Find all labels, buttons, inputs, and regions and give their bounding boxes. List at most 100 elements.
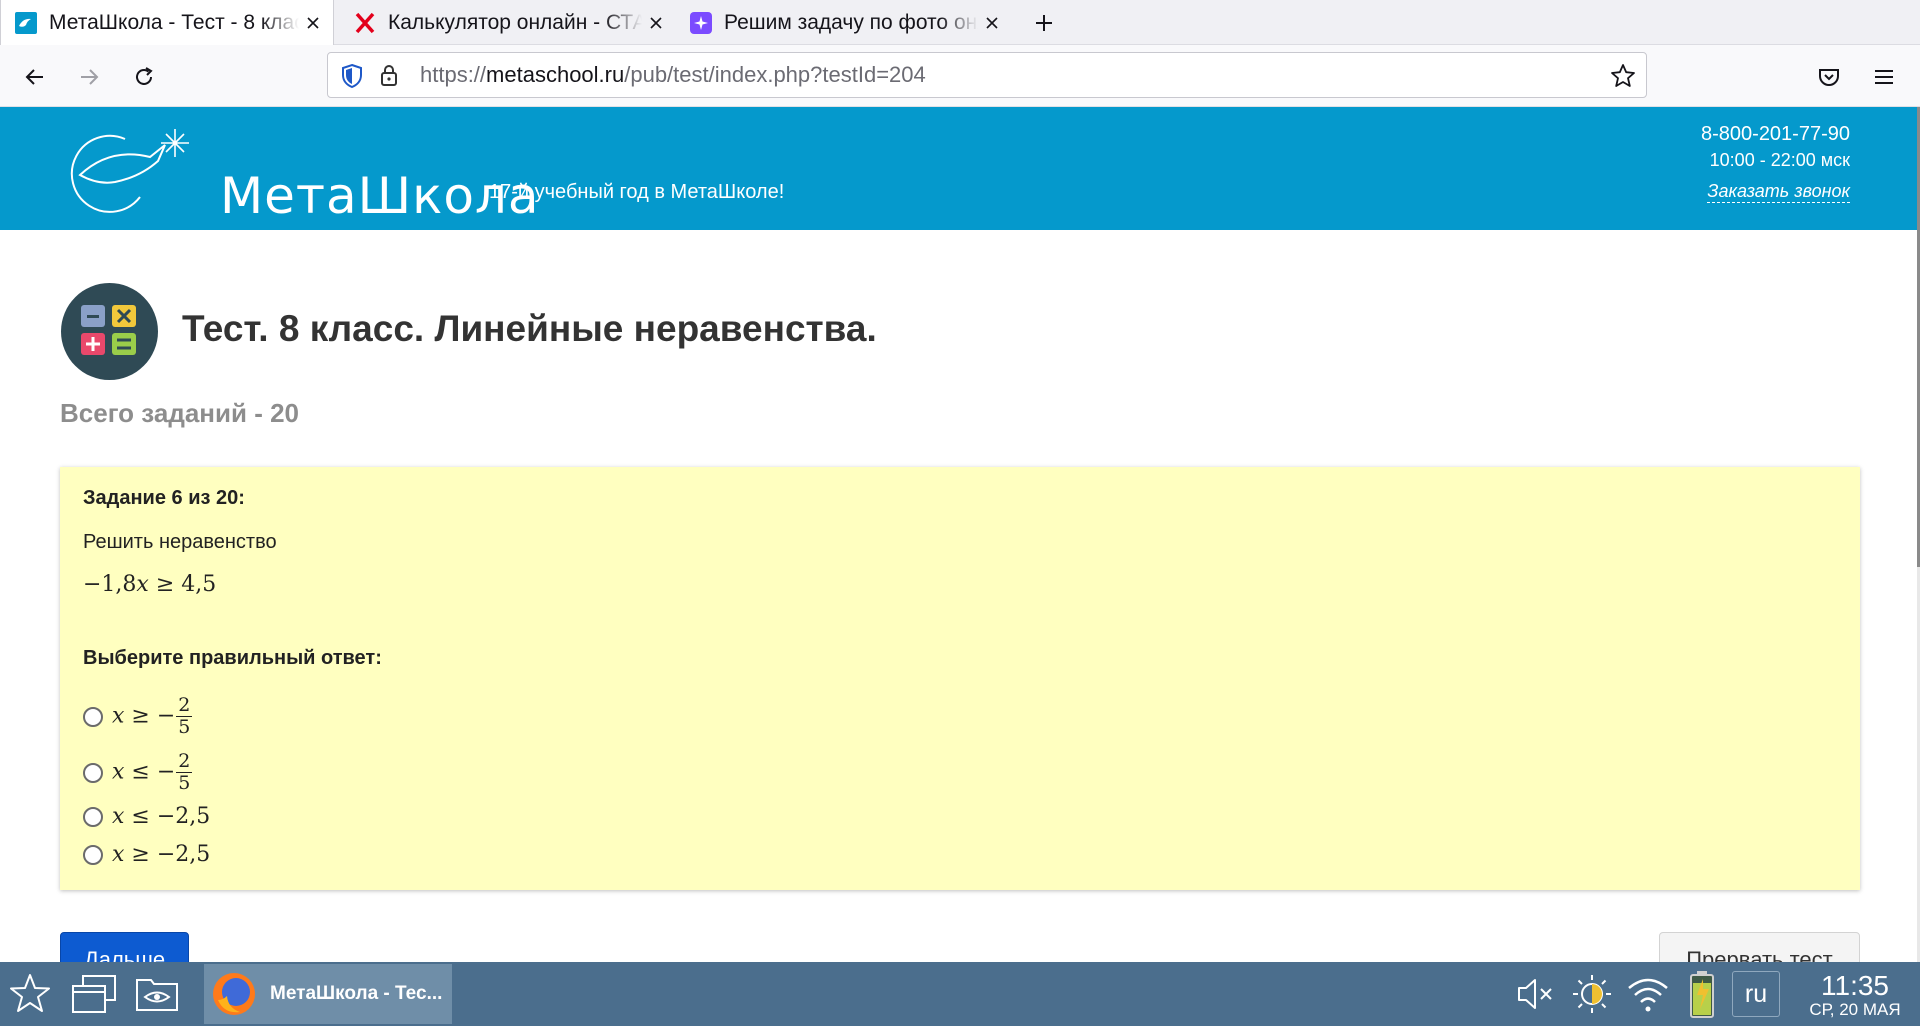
tab-label: Решим задачу по фото онлайн bbox=[724, 10, 978, 34]
option-formula: x ≤ −2 5 bbox=[112, 750, 193, 794]
option-variable: x bbox=[112, 703, 125, 729]
taskbar-firefox-window[interactable]: МетаШкола - Тес... bbox=[204, 964, 452, 1024]
option-formula: x ≥ −2 5 bbox=[112, 694, 193, 738]
option-operator: ≤ bbox=[131, 759, 150, 785]
metaschool-favicon-icon bbox=[15, 12, 37, 34]
request-callback-link[interactable]: Заказать звонок bbox=[1707, 181, 1850, 203]
arrow-right-icon bbox=[81, 69, 99, 85]
option-variable: x bbox=[112, 842, 125, 867]
fraction-numerator: 2 bbox=[176, 694, 193, 717]
close-icon[interactable] bbox=[646, 13, 666, 33]
start-menu-button[interactable] bbox=[6, 962, 54, 1026]
bookmark-star-icon[interactable] bbox=[1610, 63, 1636, 94]
reload-button[interactable] bbox=[128, 61, 160, 93]
volume-muted-icon[interactable] bbox=[1510, 962, 1560, 1026]
working-hours: 10:00 - 22:00 мск bbox=[1709, 150, 1850, 170]
url-prefix: https:// bbox=[420, 62, 487, 87]
fraction-denominator: 5 bbox=[178, 772, 191, 794]
answer-option-4[interactable]: x ≥ −2,5 bbox=[83, 842, 210, 867]
tab-label: МетаШкола - Тест - 8 класс bbox=[49, 11, 299, 34]
answer-option-1[interactable]: x ≥ −2 5 bbox=[83, 694, 193, 738]
pocket-icon bbox=[1819, 69, 1839, 86]
folder-eye-icon bbox=[136, 979, 178, 1011]
window-switcher-button[interactable] bbox=[68, 962, 120, 1026]
option-operator: ≥ bbox=[131, 842, 150, 867]
fraction: 25 bbox=[176, 694, 193, 738]
phone-number[interactable]: 8-800-201-77-90 bbox=[1701, 123, 1850, 146]
keyboard-layout-indicator[interactable]: ru bbox=[1732, 971, 1780, 1017]
new-tab-button[interactable] bbox=[1028, 0, 1060, 45]
answer-option-2[interactable]: x ≤ −2 5 bbox=[83, 750, 193, 794]
option-operator: ≤ bbox=[131, 804, 150, 829]
firefox-icon bbox=[210, 970, 258, 1018]
brightness-icon[interactable] bbox=[1567, 962, 1617, 1026]
windows-icon bbox=[72, 975, 116, 1013]
desktop-button[interactable] bbox=[132, 962, 182, 1026]
answer-option-3[interactable]: x ≤ −2,5 bbox=[83, 804, 210, 829]
option-formula: x ≥ −2,5 bbox=[112, 842, 210, 867]
task-card: Задание 6 из 20: Решить неравенство −1,8… bbox=[60, 467, 1860, 890]
metaschool-logo[interactable]: МетаШкола bbox=[70, 127, 539, 225]
tab-calculator[interactable]: Калькулятор онлайн - СТАРТ bbox=[340, 0, 676, 45]
reload-icon bbox=[136, 67, 153, 85]
radio-button[interactable] bbox=[83, 806, 103, 827]
url-host: metaschool.ru bbox=[486, 62, 625, 87]
option-operator: ≥ bbox=[131, 703, 150, 729]
tab-photo-solver[interactable]: Решим задачу по фото онлайн bbox=[676, 0, 1012, 45]
fraction-numerator: 2 bbox=[176, 750, 193, 773]
option-sign: − bbox=[156, 759, 176, 785]
sparkle-favicon-icon bbox=[690, 11, 712, 34]
wifi-icon[interactable] bbox=[1622, 962, 1674, 1026]
radio-button[interactable] bbox=[83, 706, 103, 727]
formula-operator: ≥ bbox=[155, 572, 175, 597]
taskbar-window-label: МетаШкола - Тес... bbox=[270, 983, 443, 1004]
clock-time[interactable]: 11:35 bbox=[1790, 970, 1920, 1002]
star-icon bbox=[10, 974, 50, 1012]
taskbar: МетаШкола - Тес... ru 11:35 СР, 20 МАЯ bbox=[0, 962, 1920, 1026]
clock-date[interactable]: СР, 20 МАЯ bbox=[1790, 1000, 1920, 1020]
plus-icon bbox=[1036, 14, 1052, 31]
pocket-button[interactable] bbox=[1813, 61, 1845, 93]
option-value: −2,5 bbox=[156, 842, 211, 867]
calculator-icon bbox=[61, 283, 158, 380]
fraction-denominator: 5 bbox=[178, 716, 191, 738]
browser-nav-bar: https://metaschool.ru/pub/test/index.php… bbox=[0, 45, 1920, 107]
radio-button[interactable] bbox=[83, 844, 103, 865]
fraction: 25 bbox=[176, 750, 193, 794]
close-icon[interactable] bbox=[982, 13, 1002, 33]
tab-label: Калькулятор онлайн - СТАРТ bbox=[388, 10, 642, 34]
option-variable: x bbox=[112, 759, 125, 785]
answer-prompt: Выберите правильный ответ: bbox=[83, 647, 382, 669]
menu-button[interactable] bbox=[1868, 61, 1900, 93]
browser-tab-strip: МетаШкола - Тест - 8 класс Калькулятор о… bbox=[0, 0, 1920, 46]
task-statement: Решить неравенство bbox=[83, 531, 277, 553]
formula-coefficient: −1,8 bbox=[83, 572, 137, 597]
option-sign: − bbox=[156, 703, 176, 729]
hamburger-icon bbox=[1875, 70, 1893, 84]
battery-charging-icon[interactable] bbox=[1682, 962, 1722, 1026]
shield-icon[interactable] bbox=[340, 63, 364, 94]
radio-button[interactable] bbox=[83, 762, 103, 783]
arrow-left-icon bbox=[25, 69, 43, 85]
total-tasks: Всего заданий - 20 bbox=[60, 398, 299, 428]
task-number: Задание 6 из 20: bbox=[83, 487, 245, 509]
task-formula: −1,8x ≥ 4,5 bbox=[83, 572, 216, 597]
option-variable: x bbox=[112, 804, 125, 829]
url-text[interactable]: https://metaschool.ru/pub/test/index.php… bbox=[420, 62, 926, 88]
site-header: МетаШкола 17-й учебный год в МетаШколе! … bbox=[0, 107, 1917, 230]
forward-button[interactable] bbox=[73, 61, 105, 93]
tagline: 17-й учебный год в МетаШколе! bbox=[489, 181, 785, 203]
url-path: /pub/test/index.php?testId=204 bbox=[624, 62, 926, 87]
option-formula: x ≤ −2,5 bbox=[112, 804, 210, 829]
lock-icon[interactable] bbox=[379, 63, 399, 92]
address-bar[interactable]: https://metaschool.ru/pub/test/index.php… bbox=[327, 52, 1647, 98]
page-title: Тест. 8 класс. Линейные неравенства. bbox=[182, 308, 877, 349]
formula-variable: x bbox=[136, 572, 149, 597]
formula-rhs: 4,5 bbox=[181, 572, 217, 597]
back-button[interactable] bbox=[19, 61, 51, 93]
bird-logo-icon bbox=[70, 129, 189, 213]
x-favicon-icon bbox=[354, 12, 376, 34]
tab-metaschool[interactable]: МетаШкола - Тест - 8 класс bbox=[0, 0, 334, 46]
option-value: −2,5 bbox=[156, 804, 211, 829]
close-icon[interactable] bbox=[303, 13, 323, 33]
